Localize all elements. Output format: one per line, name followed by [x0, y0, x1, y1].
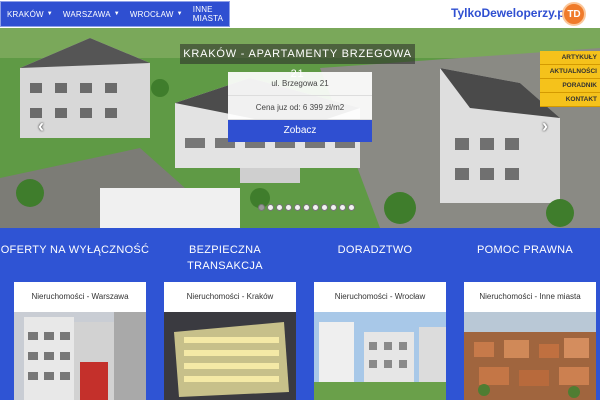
city-card-krakow[interactable]: Nieruchomości - Kraków	[164, 282, 296, 400]
slider-dot[interactable]	[339, 204, 346, 211]
feature-column: OFERTY NA WYŁĄCZNOŚĆ Nieruchomości - War…	[0, 228, 150, 400]
city-card-image[interactable]	[464, 312, 596, 400]
city-card-image[interactable]	[314, 312, 446, 400]
features-section: OFERTY NA WYŁĄCZNOŚĆ Nieruchomości - War…	[0, 228, 600, 400]
next-slide-arrow-icon[interactable]: ›	[542, 116, 548, 137]
caret-down-icon: ▼	[176, 11, 183, 17]
nav-item-krakow[interactable]: KRAKÓW ▼	[7, 10, 53, 19]
top-bar: KRAKÓW ▼ WARSZAWA ▼ WROCŁAW ▼ INNE MIASTA T…	[0, 0, 600, 28]
slider-dot[interactable]	[348, 204, 355, 211]
slider-dot[interactable]	[321, 204, 328, 211]
feature-title: OFERTY NA WYŁĄCZNOŚĆ	[0, 244, 150, 256]
nav-item-warszawa[interactable]: WARSZAWA ▼	[63, 10, 120, 19]
feature-column: BEZPIECZNA TRANSAKCJA Nieruchomości - Kr…	[150, 228, 300, 400]
city-card-label[interactable]: Nieruchomości - Warszawa	[14, 282, 146, 312]
side-menu-artykuly[interactable]: ARTYKUŁY	[540, 51, 600, 65]
city-card-warszawa[interactable]: Nieruchomości - Warszawa	[14, 282, 146, 400]
hero-price: Cena juz od: 6 399 zł/m2	[228, 96, 372, 120]
slider-dot[interactable]	[303, 204, 310, 211]
side-menu-kontakt[interactable]: KONTAKT	[540, 93, 600, 107]
slider-dot[interactable]	[285, 204, 292, 211]
hero-title: KRAKÓW - APARTAMENTY BRZEGOWA 21	[180, 44, 415, 80]
logo-badge-icon[interactable]: TD	[562, 2, 586, 26]
city-card-label[interactable]: Nieruchomości - Kraków	[164, 282, 296, 312]
slider-dot[interactable]	[312, 204, 319, 211]
nav-item-label: INNE MIASTA	[192, 5, 224, 23]
see-offer-button[interactable]: Zobacz	[228, 120, 372, 142]
main-navigation: KRAKÓW ▼ WARSZAWA ▼ WROCŁAW ▼ INNE MIASTA	[0, 1, 230, 27]
prev-slide-arrow-icon[interactable]: ‹	[38, 116, 44, 137]
feature-title: BEZPIECZNA TRANSAKCJA	[187, 244, 263, 272]
feature-title: POMOC PRAWNA	[476, 244, 574, 256]
nav-item-label: KRAKÓW	[7, 9, 44, 19]
slider-dots	[258, 204, 357, 211]
hero-slider: KRAKÓW - APARTAMENTY BRZEGOWA 21 ul. Brz…	[0, 28, 600, 228]
feature-column: DORADZTWO Nieruchomości - Wrocław	[300, 228, 450, 400]
city-card-wroclaw[interactable]: Nieruchomości - Wrocław	[314, 282, 446, 400]
site-logo-text[interactable]: TylkoDeweloperzy.pl	[451, 6, 568, 20]
side-menu-aktualnosci[interactable]: AKTUALNOŚCI	[540, 65, 600, 79]
feature-title: DORADZTWO	[337, 244, 413, 256]
city-card-label[interactable]: Nieruchomości - Inne miasta	[464, 282, 596, 312]
feature-column: POMOC PRAWNA Nieruchomości - Inne miasta	[450, 228, 600, 400]
hero-info-card: ul. Brzegowa 21 Cena juz od: 6 399 zł/m2…	[228, 72, 372, 142]
city-card-inne-miasta[interactable]: Nieruchomości - Inne miasta	[464, 282, 596, 400]
side-menu: ARTYKUŁY AKTUALNOŚCI PORADNIK KONTAKT	[540, 51, 600, 107]
city-card-image[interactable]	[164, 312, 296, 400]
nav-item-label: WROCŁAW	[129, 9, 174, 19]
caret-down-icon: ▼	[113, 11, 120, 17]
side-menu-poradnik[interactable]: PORADNIK	[540, 79, 600, 93]
slider-dot[interactable]	[330, 204, 337, 211]
hero-address: ul. Brzegowa 21	[228, 72, 372, 96]
city-card-label[interactable]: Nieruchomości - Wrocław	[314, 282, 446, 312]
slider-dot[interactable]	[258, 204, 265, 211]
slider-dot[interactable]	[276, 204, 283, 211]
slider-dot[interactable]	[267, 204, 274, 211]
city-card-image[interactable]	[14, 312, 146, 400]
slider-dot[interactable]	[294, 204, 301, 211]
caret-down-icon: ▼	[46, 11, 53, 17]
nav-item-inne-miasta[interactable]: INNE MIASTA	[193, 5, 223, 23]
nav-item-wroclaw[interactable]: WROCŁAW ▼	[130, 10, 183, 19]
nav-item-label: WARSZAWA	[62, 9, 111, 19]
